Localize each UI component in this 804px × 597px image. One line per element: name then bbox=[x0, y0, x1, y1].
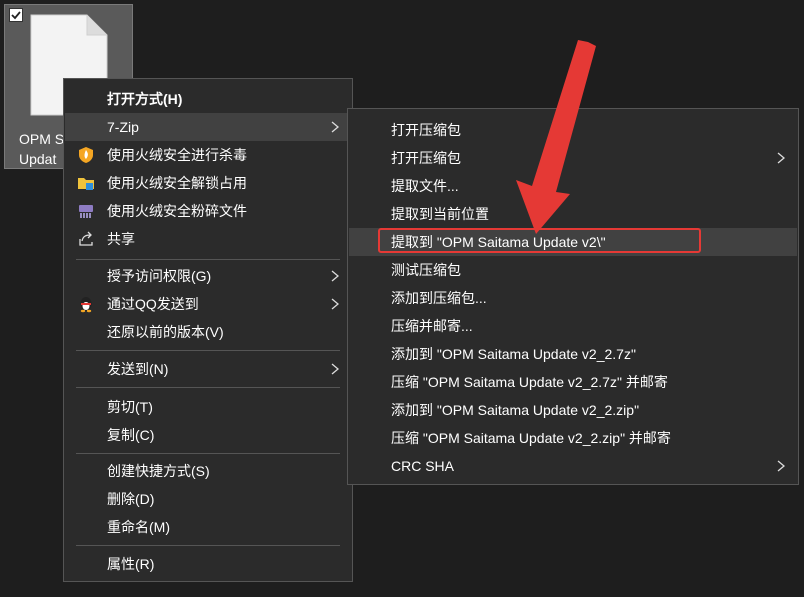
shredder-icon bbox=[79, 205, 93, 218]
menu-separator bbox=[76, 453, 340, 454]
chevron-right-icon bbox=[331, 363, 339, 375]
huorong-shield-icon bbox=[79, 147, 93, 163]
menu-item-grant-access[interactable]: 授予访问权限(G) bbox=[65, 262, 351, 290]
menu-item-share[interactable]: 共享 bbox=[65, 225, 351, 253]
menu-separator bbox=[76, 545, 340, 546]
zip-item-compress-7z-email[interactable]: 压缩 "OPM Saitama Update v2_2.7z" 并邮寄 bbox=[349, 368, 797, 396]
zip-item-test-archive[interactable]: 测试压缩包 bbox=[349, 256, 797, 284]
menu-item-huorong-shred[interactable]: 使用火绒安全粉碎文件 bbox=[65, 197, 351, 225]
menu-item-7zip[interactable]: 7-Zip bbox=[65, 113, 351, 141]
selection-checkbox[interactable] bbox=[9, 8, 23, 22]
menu-item-properties[interactable]: 属性(R) bbox=[65, 550, 351, 578]
zip-item-add-to-7z[interactable]: 添加到 "OPM Saitama Update v2_2.7z" bbox=[349, 340, 797, 368]
menu-item-copy[interactable]: 复制(C) bbox=[65, 421, 351, 449]
zip-item-crc-sha[interactable]: CRC SHA bbox=[349, 452, 797, 480]
folder-lock-icon bbox=[78, 178, 94, 190]
menu-item-delete[interactable]: 删除(D) bbox=[65, 485, 351, 513]
chevron-right-icon bbox=[777, 460, 785, 472]
chevron-right-icon bbox=[331, 298, 339, 310]
zip-item-add-to-archive[interactable]: 添加到压缩包... bbox=[349, 284, 797, 312]
menu-item-cut[interactable]: 剪切(T) bbox=[65, 393, 351, 421]
menu-item-create-shortcut[interactable]: 创建快捷方式(S) bbox=[65, 457, 351, 485]
menu-separator bbox=[76, 259, 340, 260]
menu-item-restore-versions[interactable]: 还原以前的版本(V) bbox=[65, 318, 351, 346]
menu-item-rename[interactable]: 重命名(M) bbox=[65, 513, 351, 541]
qq-penguin-icon bbox=[80, 297, 92, 313]
chevron-right-icon bbox=[331, 121, 339, 133]
zip-item-compress-email[interactable]: 压缩并邮寄... bbox=[349, 312, 797, 340]
menu-item-send-via-qq[interactable]: 通过QQ发送到 bbox=[65, 290, 351, 318]
menu-item-open-with[interactable]: 打开方式(H) bbox=[65, 85, 351, 113]
context-menu: 打开方式(H) 7-Zip 使用火绒安全进行杀毒 使用火绒安全解锁占用 使用火绒… bbox=[63, 78, 353, 582]
chevron-right-icon bbox=[777, 152, 785, 164]
share-icon bbox=[79, 231, 93, 246]
menu-item-huorong-scan[interactable]: 使用火绒安全进行杀毒 bbox=[65, 141, 351, 169]
chevron-right-icon bbox=[331, 270, 339, 282]
menu-separator bbox=[76, 387, 340, 388]
red-pointer-arrow-icon bbox=[516, 40, 596, 234]
zip-item-add-to-zip[interactable]: 添加到 "OPM Saitama Update v2_2.zip" bbox=[349, 396, 797, 424]
menu-item-send-to[interactable]: 发送到(N) bbox=[65, 355, 351, 383]
menu-item-huorong-unlock[interactable]: 使用火绒安全解锁占用 bbox=[65, 169, 351, 197]
menu-separator bbox=[76, 350, 340, 351]
zip-item-compress-zip-email[interactable]: 压缩 "OPM Saitama Update v2_2.zip" 并邮寄 bbox=[349, 424, 797, 452]
